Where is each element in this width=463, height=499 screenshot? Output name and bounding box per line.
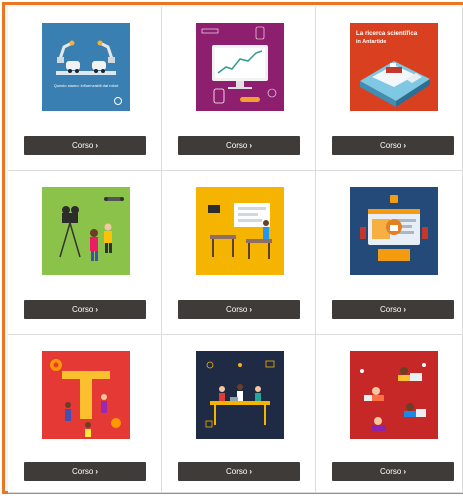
course-card: Corso › <box>316 171 463 335</box>
chevron-right-icon: › <box>403 305 406 314</box>
chevron-right-icon: › <box>249 141 252 150</box>
course-button-label: Corso <box>225 467 248 476</box>
course-card: Corso › <box>8 171 162 335</box>
course-button[interactable]: Corso › <box>178 462 300 481</box>
antarctic-ship-image[interactable]: La ricerca scientifica in Antartide <box>350 23 438 111</box>
image-title-line2: in Antartide <box>356 39 386 45</box>
chevron-right-icon: › <box>249 305 252 314</box>
teamwork-gears-image[interactable] <box>42 351 130 439</box>
course-button-label: Corso <box>71 305 94 314</box>
course-card: Corso › <box>162 171 316 335</box>
course-card: La ricerca scientifica in Antartide Cors… <box>316 7 463 171</box>
course-card: Corso › <box>316 335 463 493</box>
remote-learning-image[interactable] <box>350 351 438 439</box>
course-button[interactable]: Corso › <box>178 300 300 319</box>
cyber-security-image[interactable] <box>350 187 438 275</box>
chevron-right-icon: › <box>403 467 406 476</box>
course-card: Questo siamo: influenzabili dai robot Co… <box>8 7 162 171</box>
chevron-right-icon: › <box>249 467 252 476</box>
course-button[interactable]: Corso › <box>24 300 146 319</box>
chevron-right-icon: › <box>403 141 406 150</box>
course-card: Corso › <box>162 335 316 493</box>
chevron-right-icon: › <box>95 141 98 150</box>
classroom-screen-image[interactable] <box>196 187 284 275</box>
robots-cars-image[interactable]: Questo siamo: influenzabili dai robot <box>42 23 130 111</box>
course-button[interactable]: Corso › <box>332 136 454 155</box>
course-button[interactable]: Corso › <box>332 300 454 319</box>
coworking-table-image[interactable] <box>196 351 284 439</box>
chevron-right-icon: › <box>95 467 98 476</box>
image-caption: Questo siamo: influenzabili dai robot <box>54 83 119 88</box>
course-button-label: Corso <box>71 467 94 476</box>
course-button[interactable]: Corso › <box>24 462 146 481</box>
course-button-label: Corso <box>71 141 94 150</box>
course-button[interactable]: Corso › <box>24 136 146 155</box>
course-button-label: Corso <box>225 305 248 314</box>
course-card: Corso › <box>8 335 162 493</box>
image-title-line1: La ricerca scientifica <box>356 30 418 37</box>
course-card: Corso › <box>162 7 316 171</box>
chevron-right-icon: › <box>95 305 98 314</box>
course-button-label: Corso <box>379 305 402 314</box>
film-crew-image[interactable] <box>42 187 130 275</box>
course-button-label: Corso <box>379 141 402 150</box>
course-button-label: Corso <box>379 467 402 476</box>
course-button-label: Corso <box>225 141 248 150</box>
monitor-chart-image[interactable] <box>196 23 284 111</box>
course-button[interactable]: Corso › <box>178 136 300 155</box>
course-button[interactable]: Corso › <box>332 462 454 481</box>
course-grid: Questo siamo: influenzabili dai robot Co… <box>8 7 463 493</box>
